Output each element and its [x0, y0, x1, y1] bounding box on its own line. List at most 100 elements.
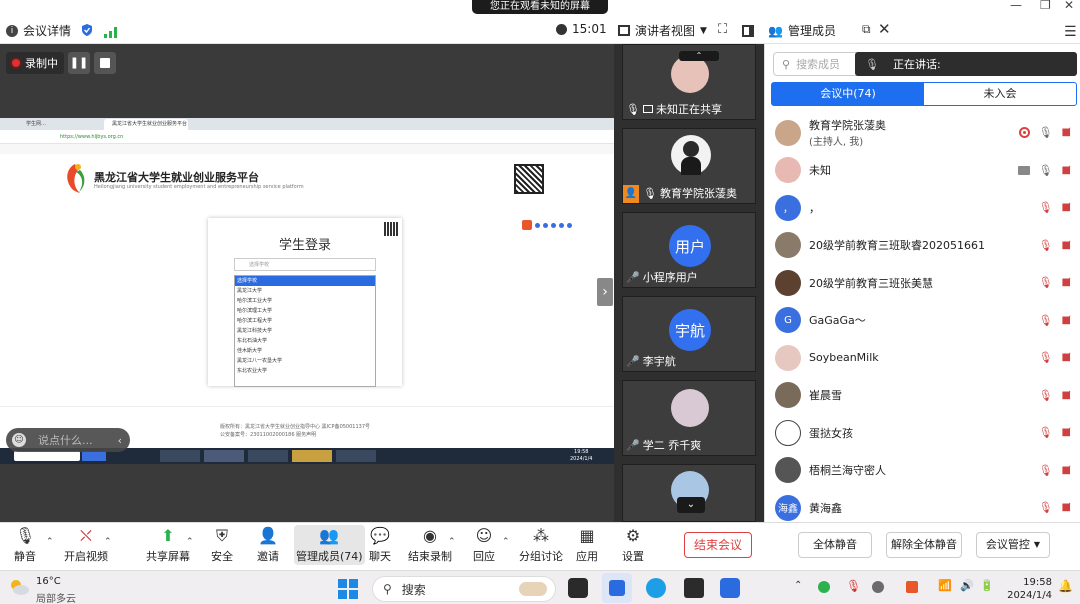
url-field[interactable]: https://www.hljbys.org.cn — [60, 133, 440, 142]
chat-button[interactable]: 💬 聊天 — [369, 526, 391, 564]
taskbar-clock[interactable]: 19:58 2024/1/4 — [1004, 576, 1052, 602]
reactions-button[interactable]: ☺ 回应 — [473, 526, 495, 564]
camera-off-icon[interactable]: ■̸ — [1062, 277, 1071, 288]
video-tile[interactable]: ⌃ 🎙 未知正在共享 — [622, 44, 756, 120]
speaker-view-button[interactable]: 演讲者视图 ▼ — [618, 22, 707, 39]
camera-off-icon[interactable]: ■̸ — [1062, 165, 1071, 176]
unmute-all-button[interactable]: 解除全体静音 — [886, 532, 962, 558]
mic-tray-icon[interactable]: 🎙 — [846, 579, 861, 593]
chevron-up-icon[interactable]: ⌃ — [794, 580, 802, 591]
popout-icon[interactable]: ⧉ — [862, 22, 871, 37]
mic-icon[interactable]: 🎙 — [1039, 126, 1053, 139]
camera-off-icon[interactable]: ■̸ — [1062, 390, 1071, 401]
mic-muted-icon[interactable]: 🎙 — [1039, 389, 1053, 402]
wifi-icon[interactable]: 📶 — [938, 579, 952, 592]
mic-muted-icon[interactable]: 🎙 — [1039, 201, 1053, 214]
browser-tab[interactable]: 学生网… — [18, 119, 98, 130]
camera-off-icon[interactable]: ■̸ — [1062, 315, 1071, 326]
tab-not-joined[interactable]: 未入会 — [924, 83, 1076, 105]
mic-muted-icon[interactable]: 🎙 — [1039, 314, 1053, 327]
maximize-icon[interactable]: ❐ — [1040, 0, 1051, 12]
tab-in-meeting[interactable]: 会议中(74) — [772, 83, 924, 105]
member-row[interactable]: SoybeanMilk 🎙 ■̸ — [765, 339, 1080, 376]
mute-all-button[interactable]: 全体静音 — [798, 532, 872, 558]
mute-button[interactable]: 🎙 静音 — [14, 526, 36, 564]
camera-off-icon[interactable]: ■̸ — [1062, 127, 1071, 138]
fullscreen-icon[interactable]: ⛶ — [718, 22, 727, 37]
qr-login-icon[interactable] — [384, 222, 398, 236]
member-row[interactable]: ， ， 🎙 ■̸ — [765, 189, 1080, 226]
mic-muted-icon[interactable]: 🎙 — [1039, 426, 1053, 439]
meeting-control-button[interactable]: 会议管控 ▼ — [976, 532, 1050, 558]
mic-muted-icon[interactable]: 🎙 — [1039, 276, 1053, 289]
notification-icon[interactable]: 🔔 — [1058, 579, 1073, 593]
camera-off-icon[interactable]: ■̸ — [1062, 502, 1071, 513]
mic-muted-icon[interactable]: 🎙 — [1039, 501, 1053, 514]
chevron-down-icon[interactable]: ⌄ — [677, 497, 705, 513]
chevron-up-icon[interactable]: ⌃ — [448, 537, 456, 547]
mic-muted-icon[interactable]: 🎙 — [1039, 351, 1053, 364]
share-screen-button[interactable]: ⬆ 共享屏幕 — [146, 526, 190, 564]
dropdown-option[interactable]: 哈尔滨工程大学 — [235, 316, 375, 326]
chevron-up-icon[interactable]: ⌃ — [679, 51, 719, 61]
dropdown-option[interactable]: 选择学校 — [235, 276, 375, 286]
member-row[interactable]: 教育学院张蓤奥 (主持人, 我) 🎙 ■̸ — [765, 114, 1080, 151]
camera-off-icon[interactable]: ■̸ — [1062, 202, 1071, 213]
dropdown-option[interactable]: 东北农业大学 — [235, 366, 375, 376]
mic-muted-icon[interactable]: 🎙 — [1039, 464, 1053, 477]
dropdown-option[interactable]: 东北石油大学 — [235, 336, 375, 346]
member-row[interactable]: 20级学前教育三班耿睿202051661 🎙 ■̸ — [765, 227, 1080, 264]
apps-button[interactable]: ▦ 应用 — [576, 526, 598, 564]
member-row[interactable]: 崔晨雪 🎙 ■̸ — [765, 377, 1080, 414]
meeting-details-button[interactable]: i 会议详情 — [6, 22, 71, 39]
edge-browser-icon[interactable] — [646, 578, 666, 598]
school-select[interactable]: 选择学校 — [234, 258, 376, 271]
dropdown-option[interactable]: 黑龙江科技大学 — [235, 326, 375, 336]
dropdown-option[interactable]: 黑龙江大学 — [235, 286, 375, 296]
end-recording-button[interactable]: ◉ 结束录制 — [408, 526, 452, 564]
invite-button[interactable]: 👤 邀请 — [257, 526, 279, 564]
close-window-icon[interactable]: ✕ — [1064, 0, 1074, 12]
camera-off-icon[interactable]: ■̸ — [1062, 427, 1071, 438]
chat-quick-input[interactable]: ☺ 说点什么... ‹ — [6, 428, 130, 452]
settings-button[interactable]: ⚙ 设置 — [622, 526, 644, 564]
camera-off-icon[interactable]: ■̸ — [1062, 465, 1071, 476]
camera-off-icon[interactable]: ■̸ — [1062, 352, 1071, 363]
pause-recording-button[interactable]: ❚❚ — [68, 52, 90, 74]
member-row[interactable]: 蛋挞女孩 🎙 ■̸ — [765, 414, 1080, 451]
search-input[interactable]: 搜索成员 — [796, 56, 840, 72]
tencent-meeting-taskbar-icon[interactable] — [602, 573, 632, 603]
next-page-button[interactable]: › — [597, 278, 613, 306]
member-row[interactable]: 梧桐兰海守密人 🎙 ■̸ — [765, 452, 1080, 489]
member-row[interactable]: G GaGaGa～ 🎙 ■̸ — [765, 302, 1080, 339]
tray-icon[interactable] — [872, 581, 884, 593]
app-taskbar-icon[interactable] — [684, 578, 704, 598]
security-button[interactable]: ⛨ 安全 — [211, 526, 233, 564]
video-tile[interactable]: 👤 🎙 教育学院张蓤奥 — [622, 128, 756, 204]
weather-icon[interactable] — [8, 577, 30, 597]
minimize-icon[interactable]: — — [1010, 0, 1022, 12]
close-panel-icon[interactable]: ✕ — [878, 20, 891, 38]
video-tile[interactable]: 🎤 学二 乔千爽 — [622, 380, 756, 456]
video-tile[interactable]: 宇航 🎤 李宇航 — [622, 296, 756, 372]
end-meeting-button[interactable]: 结束会议 — [684, 532, 752, 558]
collapse-chat-icon[interactable]: ‹ — [118, 434, 122, 447]
dropdown-option[interactable]: 哈尔滨理工大学 — [235, 306, 375, 316]
signal-icon[interactable] — [104, 23, 118, 42]
camera-off-icon[interactable]: ■̸ — [1062, 240, 1071, 251]
chevron-up-icon[interactable]: ⌃ — [46, 537, 54, 547]
windows-start-icon[interactable] — [338, 579, 358, 603]
sidebar-toggle-icon[interactable] — [742, 22, 754, 41]
volume-icon[interactable]: 🔊 — [960, 579, 974, 592]
hamburger-menu-icon[interactable]: ☰ — [1064, 24, 1077, 40]
wechat-tray-icon[interactable] — [818, 581, 830, 593]
task-view-icon[interactable] — [568, 578, 588, 598]
dropdown-option[interactable]: 哈尔滨工业大学 — [235, 296, 375, 306]
member-row[interactable]: 海鑫 黄海鑫 🎙 ■̸ — [765, 489, 1080, 522]
stop-recording-button[interactable] — [94, 52, 116, 74]
video-tile[interactable]: ⌄ — [622, 464, 756, 522]
browser-tab-active[interactable]: 黑龙江省大学生就业创业服务平台 — [104, 119, 188, 130]
mic-icon[interactable]: 🎙 — [1039, 164, 1053, 177]
member-row[interactable]: 未知 🎙 ■̸ — [765, 152, 1080, 189]
mic-muted-icon[interactable]: 🎙 — [1039, 239, 1053, 252]
